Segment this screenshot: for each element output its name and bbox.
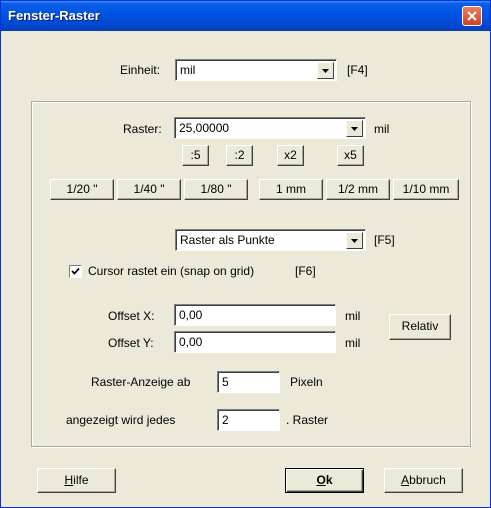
preset-1-80-inch-button[interactable]: 1/80 " (184, 179, 248, 200)
multiply-by-2-button[interactable]: x2 (277, 145, 304, 166)
grid-label: Raster: (123, 122, 162, 136)
relative-button[interactable]: Relativ (389, 314, 451, 340)
shown-every-value: 2 (222, 413, 229, 427)
offset-y-value: 0,00 (179, 335, 203, 349)
ok-mnemonic: O (316, 473, 326, 487)
offset-x-value: 0,00 (179, 308, 203, 322)
display-mode-value: Raster als Punkte (180, 233, 275, 247)
shown-every-label: angezeigt wird jedes (66, 413, 176, 427)
help-button[interactable]: Hilfe (37, 468, 116, 493)
offset-x-input[interactable]: 0,00 (174, 304, 336, 326)
chevron-down-icon (351, 239, 358, 243)
multiply-by-5-button[interactable]: x5 (337, 145, 364, 166)
grid-unit: mil (374, 122, 390, 136)
unit-shortcut: [F4] (347, 63, 368, 77)
display-mode-dropdown-button[interactable] (346, 232, 363, 249)
display-from-value: 5 (222, 375, 229, 389)
snap-label[interactable]: Cursor rastet ein (snap on grid) (88, 264, 254, 278)
offset-y-unit: mil (345, 336, 361, 350)
checkmark-icon (71, 267, 80, 275)
title-bar[interactable]: Fenster-Raster (1, 1, 490, 31)
dialog-window: Fenster-Raster Einheit: mil [F4] Raster:… (0, 0, 491, 508)
display-from-label: Raster-Anzeige ab (91, 375, 191, 389)
offset-x-unit: mil (345, 309, 361, 323)
preset-1-40-inch-button[interactable]: 1/40 " (117, 179, 181, 200)
display-mode-shortcut: [F5] (374, 233, 395, 247)
grid-size-dropdown-button[interactable] (346, 120, 363, 137)
chevron-down-icon (351, 127, 358, 131)
preset-1-20-inch-button[interactable]: 1/20 " (50, 179, 114, 200)
cancel-label-rest: bbruch (409, 473, 446, 487)
ok-label-rest: k (325, 473, 333, 487)
grid-size-combo[interactable]: 25,00000 (174, 117, 366, 139)
snap-shortcut: [F6] (295, 264, 316, 278)
shown-every-input[interactable]: 2 (217, 409, 280, 431)
close-button[interactable] (462, 6, 482, 26)
cancel-mnemonic: A (401, 473, 410, 487)
snap-checkbox[interactable] (69, 265, 82, 278)
window-title: Fenster-Raster (8, 8, 100, 23)
unit-dropdown-button[interactable] (317, 62, 334, 79)
ok-button[interactable]: Ok (285, 468, 364, 493)
dialog-body: Einheit: mil [F4] Raster: 25,00000 mil :… (4, 31, 487, 503)
cancel-button[interactable]: Abbruch (384, 468, 463, 493)
unit-select[interactable]: mil (175, 59, 337, 81)
divide-by-5-button[interactable]: :5 (182, 145, 209, 166)
help-mnemonic: H (64, 473, 74, 487)
preset-1-mm-button[interactable]: 1 mm (259, 179, 323, 200)
display-mode-select[interactable]: Raster als Punkte (175, 229, 366, 251)
divide-by-2-button[interactable]: :2 (226, 145, 253, 166)
offset-y-label: Offset Y: (108, 336, 154, 350)
offset-y-input[interactable]: 0,00 (174, 331, 336, 353)
help-label-rest: ilfe (73, 473, 89, 487)
shown-every-unit: . Raster (286, 413, 329, 427)
grid-size-value: 25,00000 (179, 121, 230, 135)
preset-half-mm-button[interactable]: 1/2 mm (326, 179, 390, 200)
display-from-input[interactable]: 5 (217, 371, 280, 393)
unit-label: Einheit: (120, 63, 161, 77)
unit-select-value: mil (180, 63, 196, 77)
close-icon (467, 11, 477, 21)
offset-x-label: Offset X: (108, 309, 155, 323)
preset-tenth-mm-button[interactable]: 1/10 mm (393, 179, 459, 200)
chevron-down-icon (322, 69, 329, 73)
display-from-unit: Pixeln (290, 375, 323, 389)
